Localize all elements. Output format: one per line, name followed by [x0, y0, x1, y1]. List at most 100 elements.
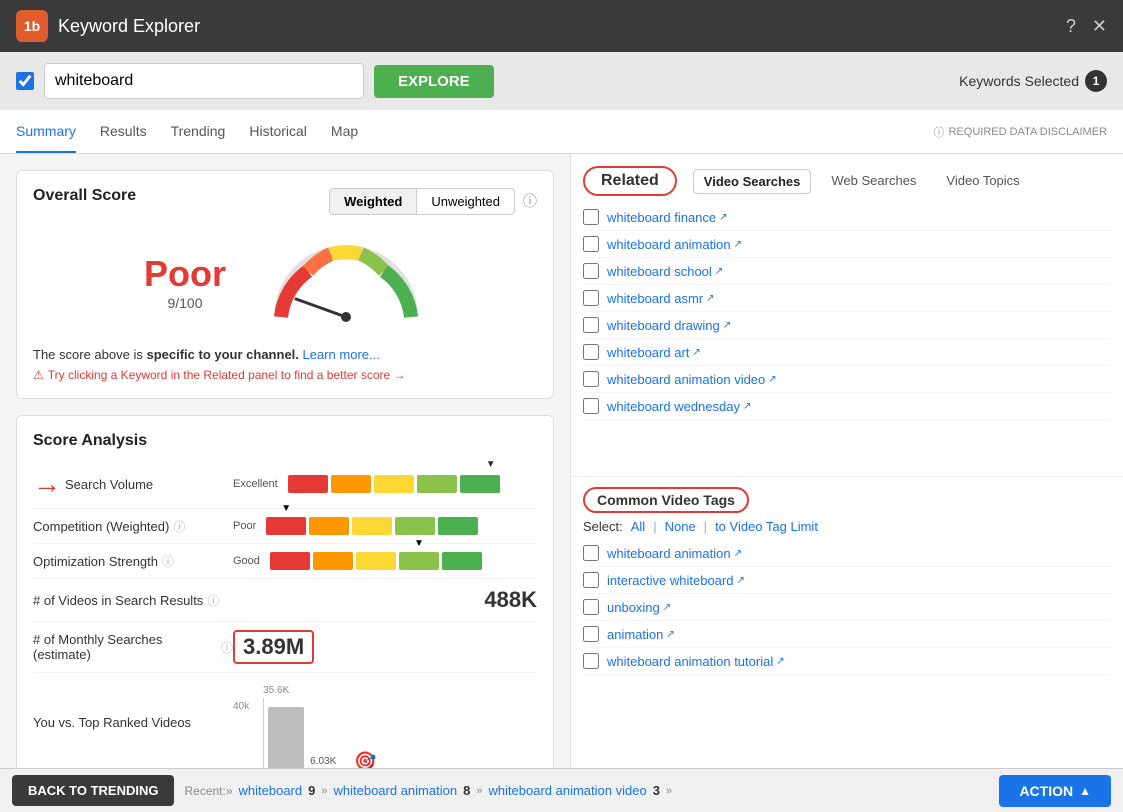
- kw-checkbox-6[interactable]: [583, 371, 599, 387]
- recent-num-1: 8: [463, 783, 470, 798]
- tag-item: unboxing ↗: [583, 594, 1111, 621]
- score-description: The score above is specific to your chan…: [33, 347, 537, 362]
- score-display: Poor 9/100: [33, 227, 537, 337]
- tabs-left: Summary Results Trending Historical Map: [16, 111, 358, 153]
- kw-checkbox-3[interactable]: [583, 290, 599, 306]
- tab-results[interactable]: Results: [100, 111, 147, 153]
- tab-summary[interactable]: Summary: [16, 111, 76, 153]
- analysis-label-monthly: # of Monthly Searches (estimate) ⓘ: [33, 632, 233, 662]
- title-bar-right: ? ✕: [1066, 16, 1107, 37]
- tag-checkbox-1[interactable]: [583, 572, 599, 588]
- info-icon: ⓘ: [933, 124, 944, 140]
- related-tabs: Video Searches Web Searches Video Topics: [693, 169, 1030, 194]
- recent-link-1[interactable]: whiteboard animation: [333, 783, 457, 798]
- tag-checkbox-2[interactable]: [583, 599, 599, 615]
- video-tags-header: Common Video Tags: [583, 487, 1111, 513]
- learn-more-link[interactable]: Learn more...: [303, 347, 380, 362]
- tag-checkbox-4[interactable]: [583, 653, 599, 669]
- close-icon[interactable]: ✕: [1092, 16, 1107, 37]
- chart-bar-main: [268, 707, 304, 768]
- tag-link-2[interactable]: unboxing ↗: [607, 600, 671, 615]
- related-tab-video-topics[interactable]: Video Topics: [936, 169, 1029, 194]
- tag-link-4[interactable]: whiteboard animation tutorial ↗: [607, 654, 785, 669]
- tag-checkbox-0[interactable]: [583, 545, 599, 561]
- kw-checkbox-2[interactable]: [583, 263, 599, 279]
- optimization-info-icon[interactable]: ⓘ: [162, 553, 174, 570]
- action-arrow-icon: ▲: [1079, 784, 1091, 798]
- main-content: Overall Score Weighted Unweighted ⓘ Poor…: [0, 154, 1123, 768]
- kw-link-2[interactable]: whiteboard school ↗: [607, 264, 723, 279]
- recent-bar: Recent:» whiteboard 9 » whiteboard anima…: [184, 783, 989, 798]
- bar-label-good: Good: [233, 555, 260, 567]
- videos-info-icon[interactable]: ⓘ: [207, 592, 219, 609]
- title-bar-left: 1b Keyword Explorer: [16, 10, 200, 42]
- kw-link-5[interactable]: whiteboard art ↗: [607, 345, 701, 360]
- recent-link-2[interactable]: whiteboard animation video: [488, 783, 646, 798]
- related-label: Related: [583, 166, 677, 196]
- warning-text: ⚠ Try clicking a Keyword in the Related …: [33, 368, 537, 382]
- tag-limit-link[interactable]: to Video Tag Limit: [715, 519, 818, 534]
- overall-score-card: Overall Score Weighted Unweighted ⓘ Poor…: [16, 170, 554, 399]
- kw-link-6[interactable]: whiteboard animation video ↗: [607, 372, 777, 387]
- score-analysis-card: Score Analysis → Search Volume Excellent: [16, 415, 554, 768]
- gauge-container: [266, 237, 426, 327]
- back-to-trending-button[interactable]: BACK TO TRENDING: [12, 775, 174, 806]
- recent-num-2: 3: [653, 783, 660, 798]
- explore-button[interactable]: EXPLORE: [374, 65, 494, 98]
- help-icon[interactable]: ?: [1066, 16, 1076, 37]
- score-tabs: Weighted Unweighted: [329, 188, 515, 215]
- tag-link-1[interactable]: interactive whiteboard ↗: [607, 573, 745, 588]
- score-rating: Poor: [144, 253, 226, 295]
- video-tags-label: Common Video Tags: [583, 487, 749, 513]
- tag-link-0[interactable]: whiteboard animation ↗: [607, 546, 742, 561]
- tag-link-3[interactable]: animation ↗: [607, 627, 675, 642]
- list-item: whiteboard art ↗: [583, 339, 1111, 366]
- kw-checkbox-4[interactable]: [583, 317, 599, 333]
- weighted-tab[interactable]: Weighted: [329, 188, 416, 215]
- warning-icon: ⚠: [33, 368, 44, 382]
- tag-none-link[interactable]: None: [665, 519, 696, 534]
- kw-checkbox-5[interactable]: [583, 344, 599, 360]
- tag-checkbox-3[interactable]: [583, 626, 599, 642]
- recent-link-0[interactable]: whiteboard: [239, 783, 303, 798]
- score-text: Poor 9/100: [144, 253, 226, 311]
- tab-historical[interactable]: Historical: [249, 111, 307, 153]
- bar-good: ▼: [270, 552, 482, 570]
- score-analysis-title: Score Analysis: [33, 432, 537, 450]
- kw-link-0[interactable]: whiteboard finance ↗: [607, 210, 728, 225]
- right-panel: Related Video Searches Web Searches Vide…: [570, 154, 1123, 768]
- keyword-checkbox[interactable]: [16, 72, 34, 90]
- keywords-selected-badge: 1: [1085, 70, 1107, 92]
- tab-trending[interactable]: Trending: [171, 111, 226, 153]
- tag-list: whiteboard animation ↗ interactive white…: [583, 540, 1111, 675]
- kw-link-1[interactable]: whiteboard animation ↗: [607, 237, 742, 252]
- analysis-value-competition: Poor ▼: [233, 517, 537, 535]
- related-tab-web-searches[interactable]: Web Searches: [821, 169, 926, 194]
- search-input[interactable]: [44, 63, 364, 99]
- analysis-label-videos: # of Videos in Search Results ⓘ: [33, 592, 233, 609]
- kw-link-3[interactable]: whiteboard asmr ↗: [607, 291, 715, 306]
- tab-map[interactable]: Map: [331, 111, 358, 153]
- list-item: whiteboard asmr ↗: [583, 285, 1111, 312]
- recent-label: Recent:»: [184, 784, 232, 798]
- kw-checkbox-0[interactable]: [583, 209, 599, 225]
- monthly-searches-value: 3.89M: [233, 630, 314, 664]
- monthly-info-icon[interactable]: ⓘ: [221, 639, 233, 656]
- competition-info-icon[interactable]: ⓘ: [173, 518, 185, 535]
- kw-checkbox-1[interactable]: [583, 236, 599, 252]
- tag-sep-1: |: [653, 519, 656, 534]
- chart-avg-label: 6.03K: [310, 756, 336, 767]
- score-number: 9/100: [144, 295, 226, 311]
- related-tab-video-searches[interactable]: Video Searches: [693, 169, 812, 194]
- unweighted-tab[interactable]: Unweighted: [416, 188, 515, 215]
- kw-link-7[interactable]: whiteboard wednesday ↗: [607, 399, 751, 414]
- kw-link-4[interactable]: whiteboard drawing ↗: [607, 318, 731, 333]
- action-button[interactable]: ACTION ▲: [999, 775, 1111, 807]
- list-item: whiteboard school ↗: [583, 258, 1111, 285]
- kw-checkbox-7[interactable]: [583, 398, 599, 414]
- tabs-bar: Summary Results Trending Historical Map …: [0, 110, 1123, 154]
- analysis-value-ranked: 40k 0 35.6K 6.03K: [233, 685, 537, 768]
- analysis-row-volume: → Search Volume Excellent: [33, 460, 537, 509]
- tag-all-link[interactable]: All: [631, 519, 645, 534]
- score-info-icon[interactable]: ⓘ: [523, 191, 537, 211]
